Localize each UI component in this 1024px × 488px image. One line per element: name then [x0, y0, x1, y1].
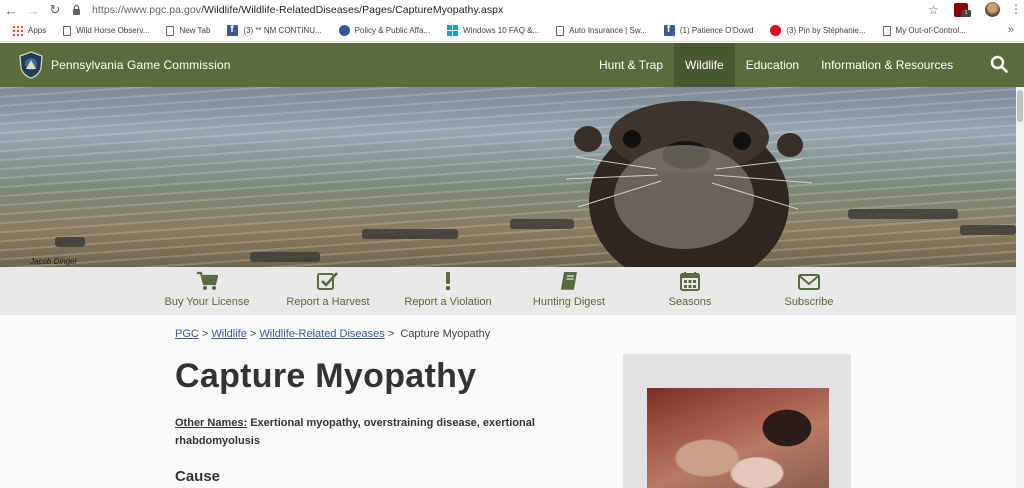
bookmark-label: New Tab: [179, 26, 211, 35]
hero-otter-photo: Jacob Dingel: [0, 87, 1016, 267]
water-rock: [960, 225, 1016, 235]
shopping-cart-icon: [196, 267, 218, 291]
reload-icon[interactable]: ↻: [44, 0, 66, 20]
envelope-icon: [798, 267, 820, 291]
quick-link-subscribe[interactable]: Subscribe: [780, 267, 838, 315]
bookmarks-bar: Apps Wild Horse Observ... New Tab (3) ** NM…: [0, 20, 1024, 42]
breadcrumb-separator: >: [249, 328, 257, 340]
nav-education[interactable]: Education: [735, 43, 810, 87]
quick-link-seasons[interactable]: Seasons: [664, 267, 716, 315]
page-icon: [882, 25, 891, 36]
bookmark-item[interactable]: Windows 10 FAQ &...: [447, 20, 539, 42]
facebook-icon: [663, 24, 675, 36]
back-icon[interactable]: ←: [0, 0, 22, 20]
quick-link-label: Report a Violation: [404, 296, 492, 308]
browser-menu-icon[interactable]: ⋮: [1010, 2, 1022, 16]
nav-wildlife[interactable]: Wildlife: [674, 43, 735, 87]
quick-link-hunting-digest[interactable]: Hunting Digest: [526, 267, 612, 315]
address-bar[interactable]: https://www.pgc.pa.gov/Wildlife/Wildlife…: [72, 2, 952, 18]
quick-links-bar: Buy Your License Report a Harvest Report…: [0, 267, 1016, 315]
book-icon: [559, 267, 579, 291]
bookmark-label: Wild Horse Observ...: [76, 26, 150, 35]
url-path: /Wildlife/Wildlife-RelatedDiseases/Pages…: [201, 4, 504, 16]
scrollbar-thumb[interactable]: [1017, 90, 1023, 122]
breadcrumb-link-pgc[interactable]: PGC: [175, 328, 199, 340]
bookmark-item[interactable]: (1) Patience O'Dowd: [663, 20, 754, 42]
bookmark-item[interactable]: My Out-of-Control...: [882, 20, 966, 42]
browser-toolbar: ← → ↻ https://www.pgc.pa.gov/Wildlife/Wi…: [0, 0, 1024, 20]
pgc-logo[interactable]: [18, 51, 44, 79]
other-names: Other Names: Exertional myopathy, overst…: [175, 414, 595, 450]
forward-icon[interactable]: →: [22, 0, 44, 20]
facebook-icon: [227, 24, 239, 36]
water-rock: [55, 237, 85, 247]
bookmark-item[interactable]: (3) ** NM CONTINU...: [227, 20, 322, 42]
search-icon[interactable]: [990, 55, 1010, 75]
quick-link-label: Report a Harvest: [286, 296, 370, 308]
nav-hunt-trap[interactable]: Hunt & Trap: [588, 43, 674, 87]
quick-link-label: Seasons: [668, 296, 712, 308]
other-names-label: Other Names:: [175, 417, 248, 429]
site-title[interactable]: Pennsylvania Game Commission: [51, 58, 231, 72]
url-prefix: https://www.pgc.pa.gov: [92, 4, 202, 16]
checkbox-icon: [317, 267, 339, 291]
quick-link-label: Hunting Digest: [532, 296, 606, 308]
section-heading-cause: Cause: [175, 468, 221, 485]
page-icon: [63, 25, 72, 36]
sidebar-specimen-photo: [647, 388, 829, 488]
quick-link-report-harvest[interactable]: Report a Harvest: [282, 267, 374, 315]
water-rock: [362, 229, 458, 239]
main-nav: Hunt & Trap Wildlife Education Informati…: [588, 43, 964, 87]
calendar-icon: [680, 267, 700, 291]
bookmark-item[interactable]: Auto Insurance | Sw...: [556, 20, 647, 42]
bookmark-label: Auto Insurance | Sw...: [569, 26, 647, 35]
otter-head: [566, 101, 812, 267]
water-rock: [848, 209, 958, 219]
photo-credit: Jacob Dingel: [30, 257, 77, 266]
quick-link-buy-license[interactable]: Buy Your License: [161, 267, 253, 315]
bookmarks-overflow-icon[interactable]: »: [1008, 24, 1014, 36]
bookmark-label: Windows 10 FAQ &...: [463, 26, 540, 35]
exclamation-icon: [443, 267, 453, 291]
bookmark-label: (3) ** NM CONTINU...: [243, 26, 322, 35]
bookmark-label: Apps: [28, 26, 47, 35]
sidebar-image-box: [623, 354, 851, 488]
bookmark-item[interactable]: New Tab: [166, 20, 210, 42]
bookmark-item[interactable]: Apps: [12, 20, 46, 42]
breadcrumb-current: Capture Myopathy: [400, 328, 491, 340]
bookmark-label: (1) Patience O'Dowd: [679, 26, 754, 35]
page-icon: [556, 25, 565, 36]
breadcrumb-separator: >: [387, 328, 395, 340]
breadcrumb-separator: >: [201, 328, 209, 340]
bookmark-item[interactable]: Policy & Public Affa...: [338, 20, 431, 42]
bookmark-star-icon[interactable]: ☆: [928, 3, 939, 17]
apps-icon: [12, 25, 23, 36]
water-rock: [510, 219, 574, 229]
main-content: PGC > Wildlife > Wildlife-Related Diseas…: [0, 315, 1016, 488]
profile-avatar[interactable]: [985, 2, 1000, 17]
page-title: Capture Myopathy: [175, 357, 477, 395]
lock-icon: [72, 4, 84, 16]
bookmark-item[interactable]: Wild Horse Observ...: [63, 20, 149, 42]
nav-information-resources[interactable]: Information & Resources: [810, 43, 964, 87]
breadcrumb: PGC > Wildlife > Wildlife-Related Diseas…: [175, 328, 490, 340]
quick-link-label: Buy Your License: [164, 296, 250, 308]
pinterest-icon: [770, 25, 782, 36]
bookmark-label: (3) Pin by Stéphanie...: [786, 26, 866, 35]
page-icon: [166, 25, 175, 36]
site-header: Pennsylvania Game Commission Hunt & Trap…: [0, 43, 1024, 87]
quick-link-report-violation[interactable]: Report a Violation: [399, 267, 497, 315]
breadcrumb-link-wildlife[interactable]: Wildlife: [211, 328, 246, 340]
breadcrumb-link-diseases[interactable]: Wildlife-Related Diseases: [259, 328, 384, 340]
quick-link-label: Subscribe: [784, 296, 834, 308]
bookmark-label: Policy & Public Affa...: [354, 26, 431, 35]
page-scrollbar[interactable]: [1016, 87, 1024, 488]
extension-badge: 1: [961, 10, 971, 17]
windows-icon: [447, 25, 459, 36]
ae-icon: [338, 25, 350, 36]
water-rock: [250, 252, 320, 262]
bookmark-item[interactable]: (3) Pin by Stéphanie...: [770, 20, 866, 42]
bookmark-label: My Out-of-Control...: [895, 26, 966, 35]
